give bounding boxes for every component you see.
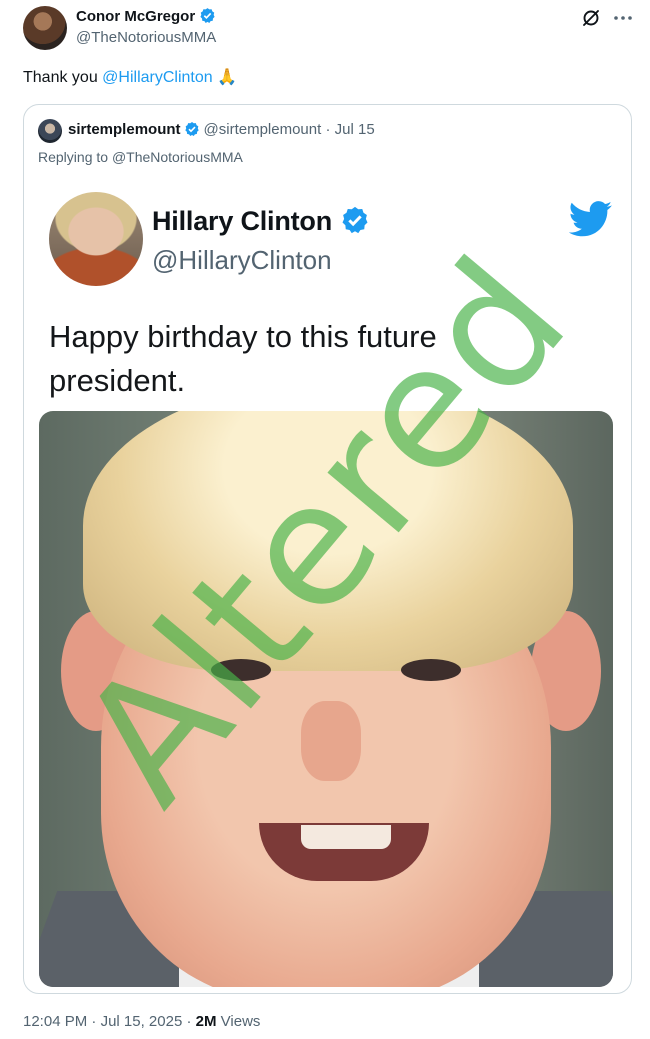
quoted-author-avatar[interactable] bbox=[38, 119, 62, 143]
quoted-author-handle[interactable]: @sirtemplemount bbox=[204, 121, 322, 138]
view-count[interactable]: 2M bbox=[196, 1013, 217, 1030]
tweet-card: Conor McGregor @TheNotoriousMMA Thank yo… bbox=[0, 0, 650, 1039]
replying-to-handle[interactable]: @TheNotoriousMMA bbox=[112, 149, 243, 165]
eye-left bbox=[211, 659, 271, 681]
author-avatar[interactable] bbox=[23, 6, 67, 50]
embedded-author-name: Hillary Clinton bbox=[152, 206, 333, 236]
quoted-author-name[interactable]: sirtemplemount bbox=[68, 121, 181, 138]
more-options-icon[interactable] bbox=[612, 8, 634, 28]
verified-badge-icon bbox=[184, 121, 200, 141]
eye-right bbox=[401, 659, 461, 681]
replying-to-line: Replying to @TheNotoriousMMA bbox=[38, 149, 243, 165]
child-portrait-photo[interactable] bbox=[39, 411, 613, 987]
meta-separator: · bbox=[325, 121, 331, 138]
embedded-text-line-1: Happy birthday to this future bbox=[49, 319, 437, 354]
teeth bbox=[301, 825, 391, 849]
quoted-date[interactable]: Jul 15 bbox=[335, 121, 375, 138]
post-time[interactable]: 12:04 PM bbox=[23, 1013, 87, 1030]
tweet-text: Thank you @HillaryClinton 🙏 bbox=[23, 67, 237, 89]
footer-separator: · bbox=[91, 1013, 97, 1030]
mention-link[interactable]: @HillaryClinton bbox=[102, 69, 213, 86]
quoted-tweet[interactable]: sirtemplemount @sirtemplemount · Jul 15 R… bbox=[23, 104, 632, 994]
author-name-row[interactable]: Conor McGregor bbox=[76, 7, 216, 28]
verified-badge-icon bbox=[340, 205, 370, 242]
author-handle[interactable]: @TheNotoriousMMA bbox=[76, 29, 216, 46]
embedded-author-avatar bbox=[49, 192, 143, 286]
pray-emoji: 🙏 bbox=[217, 69, 238, 86]
tweet-footer: 12:04 PM · Jul 15, 2025 · 2M Views bbox=[23, 1013, 260, 1030]
post-date[interactable]: Jul 15, 2025 bbox=[101, 1013, 183, 1030]
tweet-text-prefix: Thank you bbox=[23, 69, 103, 86]
embedded-tweet-text: Happy birthday to this future president. bbox=[49, 315, 609, 403]
replying-label: Replying to bbox=[38, 149, 109, 165]
quoted-author-row: sirtemplemount @sirtemplemount · Jul 15 bbox=[68, 121, 375, 141]
embedded-text-line-2: president. bbox=[49, 363, 186, 398]
embedded-author-name-row: Hillary Clinton bbox=[152, 205, 370, 242]
views-label: Views bbox=[220, 1013, 261, 1030]
author-name[interactable]: Conor McGregor bbox=[76, 8, 195, 25]
grok-icon[interactable] bbox=[581, 8, 601, 28]
embedded-tweet-image[interactable]: Hillary Clinton @HillaryClinton Happy bi… bbox=[24, 187, 631, 993]
embedded-author-handle: @HillaryClinton bbox=[152, 245, 332, 275]
verified-badge-icon bbox=[199, 7, 216, 28]
nose bbox=[301, 701, 361, 781]
hair bbox=[83, 411, 573, 671]
footer-separator-2: · bbox=[186, 1013, 192, 1030]
twitter-bird-icon bbox=[568, 201, 613, 237]
